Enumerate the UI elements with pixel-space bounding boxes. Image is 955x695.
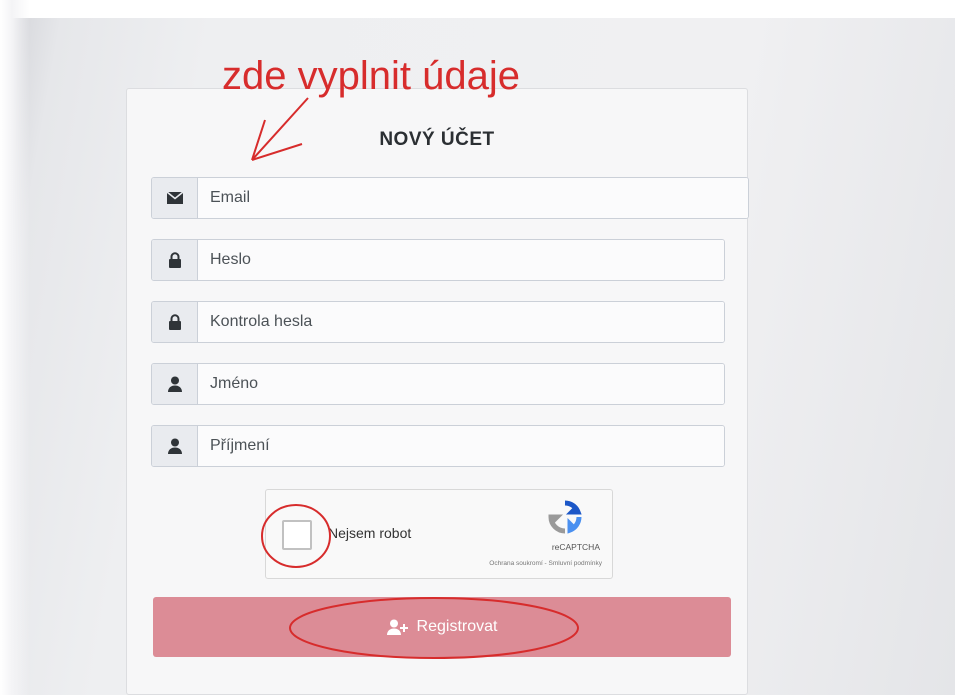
recaptcha-checkbox[interactable] — [282, 520, 312, 550]
last-name-field — [151, 425, 725, 467]
password-field — [151, 239, 725, 281]
password-confirm-field — [151, 301, 725, 343]
lock-icon — [152, 240, 198, 280]
user-icon — [152, 426, 198, 466]
recaptcha-brand: reCAPTCHA — [551, 542, 600, 552]
recaptcha-logo-icon — [548, 500, 582, 534]
envelope-icon — [152, 178, 198, 218]
lock-icon — [152, 302, 198, 342]
form-title: NOVÝ ÚČET — [379, 129, 495, 150]
password-input[interactable] — [198, 240, 724, 280]
user-icon — [152, 364, 198, 404]
register-button[interactable]: Registrovat — [153, 597, 731, 657]
first-name-field — [151, 363, 725, 405]
register-button-label: Registrovat — [416, 618, 498, 635]
recaptcha-terms-link[interactable]: Ochrana soukromí - Smluvní podmínky — [489, 560, 602, 567]
last-name-input[interactable] — [198, 426, 724, 466]
recaptcha-label: Nejsem robot — [328, 525, 412, 541]
email-field — [151, 177, 749, 219]
first-name-input[interactable] — [198, 364, 724, 404]
email-input[interactable] — [198, 178, 748, 218]
password-confirm-input[interactable] — [198, 302, 724, 342]
annotation-text: zde vyplnit údaje — [222, 54, 520, 98]
screen: NOVÝ ÚČET Email Jméno Příjmení Nejsem ro… — [0, 0, 955, 695]
recaptcha-widget: Nejsem robot reCAPTCHA Ochrana soukromí … — [265, 489, 613, 579]
user-plus-icon — [386, 619, 408, 635]
registration-card: NOVÝ ÚČET Email Jméno Příjmení Nejsem ro… — [126, 88, 749, 695]
